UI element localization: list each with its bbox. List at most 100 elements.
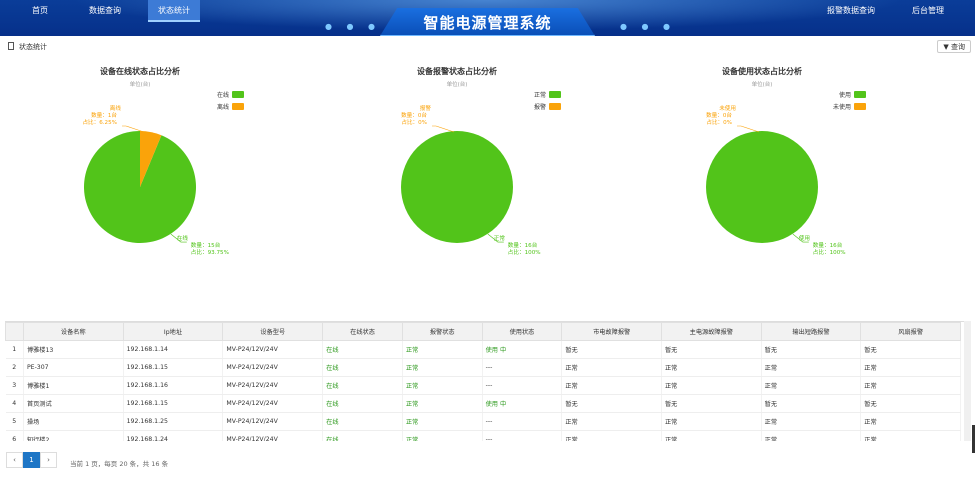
table-cell: 正常: [761, 376, 862, 395]
table-cell: 首页测试: [23, 394, 124, 413]
table-cell: 在线: [322, 394, 403, 413]
pie-data-label: 数量：16台: [813, 241, 843, 249]
table-header-row: 设备名称 Ip地址 设备型号 在线状态 报警状态 使用状态 市电故障报警 主电源故障报警 输出短…: [5, 322, 961, 341]
column-header[interactable]: 在线状态: [322, 322, 403, 341]
pie-data-label: 使用: [799, 234, 810, 242]
column-header[interactable]: [5, 322, 24, 341]
table-cell: 在线: [322, 340, 403, 359]
table-cell: 正常: [402, 412, 483, 431]
table-cell: 正常: [761, 412, 862, 431]
table-cell: 正常: [561, 412, 662, 431]
column-header[interactable]: 设备型号: [222, 322, 324, 341]
table-cell: 正常: [402, 430, 483, 441]
table-cell: 192.168.1.15: [123, 358, 224, 377]
table-cell: 在线: [322, 412, 403, 431]
page-1-button[interactable]: 1: [23, 452, 40, 468]
table-cell: MV-P24/12V/24V: [222, 376, 324, 395]
pie-slice[interactable]: [706, 131, 818, 243]
table-row[interactable]: 5 操场 192.168.1.25 MV-P24/12V/24V 在线 正常 --- 正常 正常…: [5, 412, 961, 431]
table-cell: MV-P24/12V/24V: [222, 412, 324, 431]
table-cell: MV-P24/12V/24V: [222, 340, 324, 359]
pagination-info: 当前 1 页，每页 20 条，共 16 条: [70, 460, 169, 468]
table-cell: 博雅楼1: [23, 376, 124, 395]
table-row[interactable]: 2 PE-307 192.168.1.15 MV-P24/12V/24V 在线 正常 ---…: [5, 358, 961, 377]
table-cell: 192.168.1.24: [123, 430, 224, 441]
pie-data-label: 未使用: [719, 104, 736, 112]
column-header[interactable]: 使用状态: [481, 322, 563, 341]
table-cell: PE-307: [23, 358, 124, 377]
table-cell: 192.168.1.16: [123, 376, 224, 395]
table-cell: 正常: [761, 358, 862, 377]
table-cell: MV-P24/12V/24V: [222, 394, 324, 413]
table-body: 1 博雅楼13 192.168.1.14 MV-P24/12V/24V 在线 正常 使用 中…: [5, 340, 961, 441]
table-cell: 操场: [23, 412, 124, 431]
table-cell: 正常: [860, 376, 961, 395]
table-cell: 正常: [860, 412, 961, 431]
table-cell: 正常: [661, 412, 762, 431]
column-header[interactable]: Ip地址: [122, 322, 224, 341]
table-cell: 暂无: [561, 340, 662, 359]
pie-data-label: 数量：0台: [706, 111, 732, 119]
table-cell: 5: [5, 412, 24, 431]
table-cell: 6: [5, 430, 24, 441]
table-cell: 使用 中: [482, 340, 563, 359]
table-cell: 暂无: [860, 340, 961, 359]
table-cell: 在线: [322, 358, 403, 377]
table-cell: 暂无: [761, 394, 862, 413]
table-cell: 使用 中: [482, 394, 563, 413]
table-cell: ---: [482, 412, 563, 431]
table-cell: 暂无: [561, 394, 662, 413]
table-row[interactable]: 4 首页测试 192.168.1.15 MV-P24/12V/24V 在线 正常 使用 中暂…: [5, 394, 961, 413]
table-cell: 4: [5, 394, 24, 413]
table-cell: ---: [482, 358, 563, 377]
table-cell: 暂无: [860, 394, 961, 413]
table-cell: 正常: [661, 376, 762, 395]
pie-data-label: 占比：100%: [813, 248, 846, 256]
column-header[interactable]: 风扇报警: [860, 322, 961, 341]
table-row[interactable]: 3 博雅楼1 192.168.1.16 MV-P24/12V/24V 在线 正常 --- 正常…: [5, 376, 961, 395]
table-cell: 在线: [322, 376, 403, 395]
table-scrollbar[interactable]: [964, 321, 971, 441]
column-header[interactable]: 设备名称: [22, 322, 124, 341]
table-cell: 正常: [860, 358, 961, 377]
table-cell: 暂无: [761, 340, 862, 359]
table-cell: 正常: [561, 358, 662, 377]
table-cell: 192.168.1.15: [123, 394, 224, 413]
table-cell: 正常: [402, 394, 483, 413]
table-row[interactable]: 6 知行楼2 192.168.1.24 MV-P24/12V/24V 在线 正常 --- 正常…: [5, 430, 961, 441]
table-cell: 正常: [761, 430, 862, 441]
table-cell: 暂无: [661, 394, 762, 413]
table-cell: 博雅楼13: [23, 340, 124, 359]
table-cell: MV-P24/12V/24V: [222, 430, 324, 441]
table-cell: 正常: [402, 340, 483, 359]
table-cell: ---: [482, 376, 563, 395]
pagination: ‹ 1 ›: [6, 452, 57, 468]
device-table-container[interactable]: 设备名称 Ip地址 设备型号 在线状态 报警状态 使用状态 市电故障报警 主电源故障报警 输出短…: [5, 321, 971, 441]
table-cell: 2: [5, 358, 24, 377]
table-cell: 1: [5, 340, 24, 359]
table-cell: 正常: [561, 430, 662, 441]
column-header[interactable]: 报警状态: [401, 322, 483, 341]
pie-data-label: 占比：0%: [706, 118, 732, 126]
table-cell: 3: [5, 376, 24, 395]
next-page-button[interactable]: ›: [40, 452, 57, 468]
table-cell: 知行楼2: [23, 430, 124, 441]
table-cell: 正常: [402, 358, 483, 377]
table-cell: 正常: [661, 358, 762, 377]
prev-page-button[interactable]: ‹: [6, 452, 23, 468]
table-cell: 正常: [860, 430, 961, 441]
device-table: 设备名称 Ip地址 设备型号 在线状态 报警状态 使用状态 市电故障报警 主电源故障报警 输出短…: [5, 322, 961, 441]
pie-label-line: [737, 125, 760, 133]
column-header[interactable]: 市电故障报警: [561, 322, 662, 341]
table-row[interactable]: 1 博雅楼13 192.168.1.14 MV-P24/12V/24V 在线 正常 使用 中…: [5, 340, 961, 359]
table-cell: 在线: [322, 430, 403, 441]
table-cell: 正常: [402, 376, 483, 395]
column-header[interactable]: 主电源故障报警: [661, 322, 762, 341]
table-cell: ---: [482, 430, 563, 441]
table-cell: 暂无: [661, 340, 762, 359]
column-header[interactable]: 输出短路报警: [760, 322, 862, 341]
table-cell: MV-P24/12V/24V: [222, 358, 324, 377]
table-cell: 192.168.1.25: [123, 412, 224, 431]
table-cell: 正常: [561, 376, 662, 395]
table-cell: 192.168.1.14: [123, 340, 224, 359]
